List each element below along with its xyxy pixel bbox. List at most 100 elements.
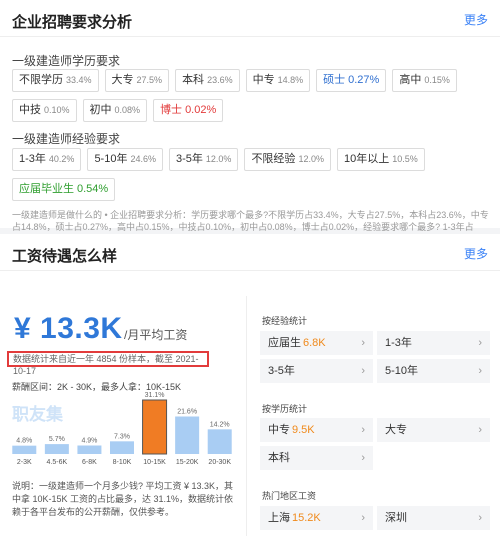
stat-item[interactable]: 中专 9.5K › [260, 418, 373, 442]
stat-name: 深圳 [385, 512, 407, 524]
bar-4.5-6K [44, 444, 69, 454]
salary-distribution-chart: 4.8% 2-3K 5.7% 4.5-6K 4.9% 6-8K 7.3% 8-10K 31.1%… [12, 392, 232, 466]
bar-category-label: 6-8K [82, 459, 97, 466]
tag-name: 中技 [19, 104, 41, 116]
bar-category-label: 20-30K [208, 459, 231, 466]
chevron-right-icon: › [361, 337, 365, 349]
tag-percent: 12.0% [298, 154, 324, 164]
divider [0, 270, 500, 271]
bar-category-label: 15-20K [176, 459, 199, 466]
card-title: 工资待遇怎么样 [12, 248, 118, 265]
bar-10-15K [142, 399, 168, 455]
tag-percent: 33.4% [66, 75, 92, 85]
tag-name: 应届毕业生 [19, 183, 74, 195]
bar-6-8K [77, 445, 102, 454]
requirement-tag[interactable]: 不限学历 33.4% [12, 69, 99, 92]
column-divider [246, 296, 247, 536]
stat-item[interactable]: 3-5年 › [260, 359, 373, 383]
stat-item[interactable]: 应届生 6.8K › [260, 331, 373, 355]
tag-name: 不限经验 [251, 153, 296, 165]
stat-item[interactable]: 1-3年 › [377, 331, 490, 355]
chevron-right-icon: › [361, 365, 365, 377]
tag-percent: 27.5% [136, 75, 163, 85]
chevron-right-icon: › [361, 452, 365, 464]
requirement-tag[interactable]: 应届毕业生 0.54% [12, 178, 116, 201]
chevron-right-icon: › [361, 424, 365, 436]
stat-salary: 9.5K [292, 424, 315, 436]
recruitment-requirements-card: 企业招聘要求分析 更多 一级建造师学历要求 不限学历 33.4% 大专 27.5% 本科… [0, 0, 500, 244]
stat-salary: 6.8K [303, 337, 326, 349]
stat-name: 1-3年 [385, 337, 412, 349]
stat-item[interactable]: 深圳 › [377, 506, 490, 530]
card-title: 企业招聘要求分析 [12, 14, 133, 31]
requirement-tag[interactable]: 5-10年 24.6% [87, 148, 163, 171]
by-education-label: 按学历统计 [262, 404, 308, 414]
requirement-tag[interactable]: 3-5年 12.0% [169, 148, 239, 171]
requirement-tag[interactable]: 本科 23.6% [175, 69, 240, 92]
bar-category-label: 8-10K [113, 459, 132, 466]
more-link[interactable]: 更多 [464, 11, 488, 28]
tag-name: 5-10年 [94, 153, 128, 165]
salary-unit: /月平均工资 [124, 328, 188, 342]
requirement-tag[interactable]: 硕士 0.27% [316, 69, 387, 92]
stat-name: 上海 [268, 512, 290, 524]
stat-name: 中专 [268, 424, 290, 436]
requirement-tag[interactable]: 中专 14.8% [245, 69, 311, 92]
hot-region-grid: 上海 15.2K › 深圳 › [260, 506, 490, 530]
tag-percent: 0.10% [44, 105, 70, 115]
chevron-right-icon: › [478, 512, 482, 524]
tag-name: 大专 [111, 74, 134, 86]
stat-item[interactable]: 大专 › [377, 418, 490, 442]
requirement-tag[interactable]: 博士 0.02% [153, 99, 224, 122]
tag-name: 本科 [182, 74, 205, 86]
requirement-tag[interactable]: 中技 0.10% [12, 99, 77, 122]
requirement-tag[interactable]: 10年以上 10.5% [336, 148, 425, 171]
education-tag-list: 不限学历 33.4% 大专 27.5% 本科 23.6% 中专 14.8% 硕士 0.27% 高中 0… [12, 69, 492, 129]
tag-name: 3-5年 [176, 153, 203, 165]
tag-percent: 14.8% [277, 75, 304, 85]
requirement-tag[interactable]: 1-3年 40.2% [12, 148, 82, 171]
requirement-tag[interactable]: 不限经验 12.0% [244, 148, 331, 171]
tag-percent: 0.27% [348, 74, 380, 86]
chevron-right-icon: › [478, 365, 482, 377]
bar-8-10K [110, 441, 134, 454]
average-salary: ¥ 13.3K [14, 312, 123, 345]
bar-value-label: 4.9% [81, 437, 97, 444]
bar-value-label: 4.8% [16, 438, 32, 445]
tag-name: 1-3年 [19, 153, 46, 165]
chevron-right-icon: › [478, 424, 482, 436]
tag-name: 10年以上 [343, 153, 390, 165]
bar-15-20K [175, 416, 200, 454]
sample-stats-note: 数据统计来自近一年 4854 份样本，截至 2021-10-17 [7, 351, 209, 376]
stat-name: 本科 [268, 452, 290, 464]
tag-percent: 0.15% [424, 75, 450, 85]
chevron-right-icon: › [478, 337, 482, 349]
stat-item[interactable]: 5-10年 › [377, 359, 490, 383]
hot-region-label: 热门地区工资 [262, 491, 317, 501]
experience-requirement-label: 一级建造师经验要求 [12, 132, 121, 146]
requirement-tag[interactable]: 高中 0.15% [392, 69, 457, 92]
requirement-tag[interactable]: 大专 27.5% [104, 69, 170, 92]
salary-card: 工资待遇怎么样 更多 ¥ 13.3K /月平均工资 数据统计来自近一年 4854… [0, 234, 500, 536]
stat-item[interactable]: 本科 › [260, 446, 373, 470]
stat-name: 5-10年 [385, 365, 419, 377]
tag-name: 博士 [160, 104, 183, 116]
bar-value-label: 5.7% [49, 436, 65, 443]
education-requirement-label: 一级建造师学历要求 [12, 54, 121, 68]
tag-name: 硕士 [323, 74, 346, 86]
bar-value-label: 21.6% [177, 408, 197, 415]
bar-category-label: 4.5-6K [47, 459, 68, 466]
tag-percent: 40.2% [48, 154, 75, 164]
requirement-tag[interactable]: 初中 0.08% [82, 99, 148, 122]
tag-name: 不限学历 [19, 74, 63, 86]
tag-percent: 0.08% [114, 105, 141, 115]
tag-name: 高中 [399, 74, 422, 86]
tag-percent: 12.0% [205, 154, 232, 164]
tag-percent: 10.5% [392, 154, 418, 164]
more-link[interactable]: 更多 [464, 245, 488, 262]
bar-20-30K [207, 429, 232, 454]
bar-category-label: 10-15K [143, 459, 166, 466]
stat-item[interactable]: 上海 15.2K › [260, 506, 373, 530]
stat-name: 应届生 [268, 337, 301, 349]
by-experience-label: 按经验统计 [262, 316, 308, 326]
